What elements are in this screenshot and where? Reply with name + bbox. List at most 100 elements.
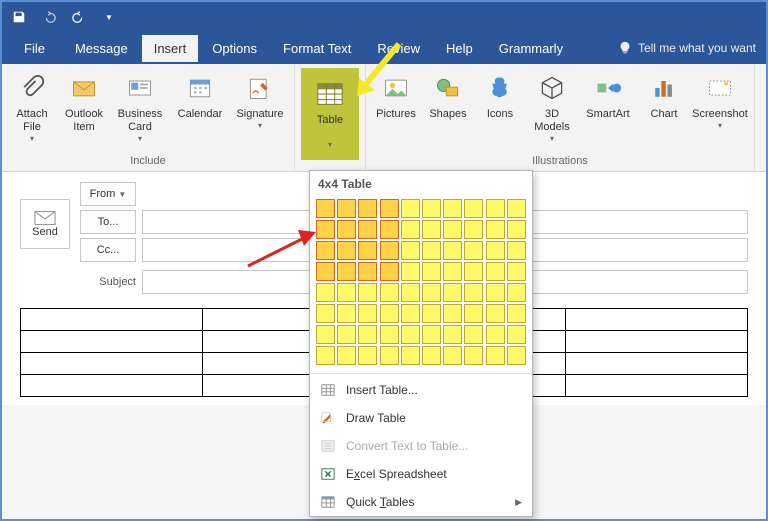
grid-cell[interactable] bbox=[401, 199, 420, 218]
grid-cell[interactable] bbox=[486, 283, 505, 302]
attach-file-button[interactable]: Attach File▾ bbox=[8, 68, 56, 153]
grid-cell[interactable] bbox=[380, 199, 399, 218]
grid-cell[interactable] bbox=[316, 283, 335, 302]
grid-cell[interactable] bbox=[337, 262, 356, 281]
table-button[interactable]: Table▾ bbox=[301, 68, 359, 160]
grid-cell[interactable] bbox=[507, 325, 526, 344]
grid-cell[interactable] bbox=[380, 241, 399, 260]
grid-cell[interactable] bbox=[358, 199, 377, 218]
grid-cell[interactable] bbox=[401, 325, 420, 344]
shapes-button[interactable]: Shapes bbox=[424, 68, 472, 153]
grid-cell[interactable] bbox=[507, 304, 526, 323]
tab-options[interactable]: Options bbox=[200, 35, 269, 62]
grid-cell[interactable] bbox=[380, 346, 399, 365]
grid-cell[interactable] bbox=[316, 199, 335, 218]
grid-cell[interactable] bbox=[422, 283, 441, 302]
grid-cell[interactable] bbox=[443, 304, 462, 323]
grid-cell[interactable] bbox=[380, 262, 399, 281]
grid-cell[interactable] bbox=[358, 241, 377, 260]
grid-cell[interactable] bbox=[358, 346, 377, 365]
grid-cell[interactable] bbox=[358, 283, 377, 302]
tab-help[interactable]: Help bbox=[434, 35, 485, 62]
grid-cell[interactable] bbox=[358, 262, 377, 281]
grid-cell[interactable] bbox=[422, 325, 441, 344]
grid-cell[interactable] bbox=[380, 283, 399, 302]
redo-icon[interactable] bbox=[70, 8, 88, 26]
draw-table-item[interactable]: Draw Table bbox=[310, 404, 532, 432]
grid-cell[interactable] bbox=[337, 346, 356, 365]
grid-cell[interactable] bbox=[401, 304, 420, 323]
grid-cell[interactable] bbox=[422, 241, 441, 260]
tab-insert[interactable]: Insert bbox=[142, 35, 199, 62]
outlook-item-button[interactable]: Outlook Item bbox=[60, 68, 108, 153]
grid-cell[interactable] bbox=[337, 199, 356, 218]
to-button[interactable]: To... bbox=[80, 210, 136, 234]
grid-cell[interactable] bbox=[380, 325, 399, 344]
grid-cell[interactable] bbox=[486, 241, 505, 260]
save-icon[interactable] bbox=[10, 8, 28, 26]
cc-button[interactable]: Cc... bbox=[80, 238, 136, 262]
grid-cell[interactable] bbox=[422, 220, 441, 239]
grid-cell[interactable] bbox=[422, 199, 441, 218]
signature-button[interactable]: Signature▾ bbox=[232, 68, 288, 153]
send-button[interactable]: Send bbox=[20, 199, 70, 249]
tab-file[interactable]: File bbox=[12, 35, 61, 62]
excel-spreadsheet-item[interactable]: Excel Spreadsheet bbox=[310, 460, 532, 488]
grid-cell[interactable] bbox=[486, 220, 505, 239]
grid-cell[interactable] bbox=[422, 346, 441, 365]
grid-cell[interactable] bbox=[464, 220, 483, 239]
tab-format-text[interactable]: Format Text bbox=[271, 35, 363, 62]
grid-cell[interactable] bbox=[316, 304, 335, 323]
grid-cell[interactable] bbox=[464, 199, 483, 218]
chart-button[interactable]: Chart bbox=[640, 68, 688, 153]
table-size-grid[interactable] bbox=[310, 195, 532, 371]
grid-cell[interactable] bbox=[316, 346, 335, 365]
grid-cell[interactable] bbox=[337, 325, 356, 344]
grid-cell[interactable] bbox=[443, 262, 462, 281]
grid-cell[interactable] bbox=[464, 346, 483, 365]
qat-dropdown-icon[interactable]: ▼ bbox=[100, 8, 118, 26]
insert-table-item[interactable]: Insert Table... bbox=[310, 376, 532, 404]
grid-cell[interactable] bbox=[337, 241, 356, 260]
grid-cell[interactable] bbox=[380, 220, 399, 239]
grid-cell[interactable] bbox=[316, 325, 335, 344]
from-button[interactable]: From ▼ bbox=[80, 182, 136, 206]
grid-cell[interactable] bbox=[443, 283, 462, 302]
pictures-button[interactable]: Pictures bbox=[372, 68, 420, 153]
grid-cell[interactable] bbox=[507, 241, 526, 260]
quick-tables-item[interactable]: Quick Tables ▶ bbox=[310, 488, 532, 516]
grid-cell[interactable] bbox=[464, 262, 483, 281]
grid-cell[interactable] bbox=[443, 346, 462, 365]
grid-cell[interactable] bbox=[443, 325, 462, 344]
undo-icon[interactable] bbox=[40, 8, 58, 26]
tab-message[interactable]: Message bbox=[63, 35, 140, 62]
grid-cell[interactable] bbox=[507, 283, 526, 302]
grid-cell[interactable] bbox=[507, 262, 526, 281]
grid-cell[interactable] bbox=[507, 220, 526, 239]
grid-cell[interactable] bbox=[337, 220, 356, 239]
grid-cell[interactable] bbox=[316, 241, 335, 260]
grid-cell[interactable] bbox=[507, 199, 526, 218]
grid-cell[interactable] bbox=[358, 304, 377, 323]
grid-cell[interactable] bbox=[486, 304, 505, 323]
icons-button[interactable]: Icons bbox=[476, 68, 524, 153]
grid-cell[interactable] bbox=[443, 199, 462, 218]
grid-cell[interactable] bbox=[337, 304, 356, 323]
screenshot-button[interactable]: Screenshot▾ bbox=[692, 68, 748, 153]
3d-models-button[interactable]: 3D Models▾ bbox=[528, 68, 576, 153]
smartart-button[interactable]: SmartArt bbox=[580, 68, 636, 153]
tab-review[interactable]: Review bbox=[365, 35, 432, 62]
grid-cell[interactable] bbox=[358, 220, 377, 239]
grid-cell[interactable] bbox=[507, 346, 526, 365]
grid-cell[interactable] bbox=[401, 346, 420, 365]
grid-cell[interactable] bbox=[358, 325, 377, 344]
grid-cell[interactable] bbox=[464, 283, 483, 302]
grid-cell[interactable] bbox=[401, 262, 420, 281]
grid-cell[interactable] bbox=[422, 304, 441, 323]
grid-cell[interactable] bbox=[464, 304, 483, 323]
grid-cell[interactable] bbox=[337, 283, 356, 302]
grid-cell[interactable] bbox=[401, 220, 420, 239]
grid-cell[interactable] bbox=[443, 241, 462, 260]
tell-me-search[interactable]: Tell me what you want bbox=[618, 41, 756, 55]
grid-cell[interactable] bbox=[316, 220, 335, 239]
